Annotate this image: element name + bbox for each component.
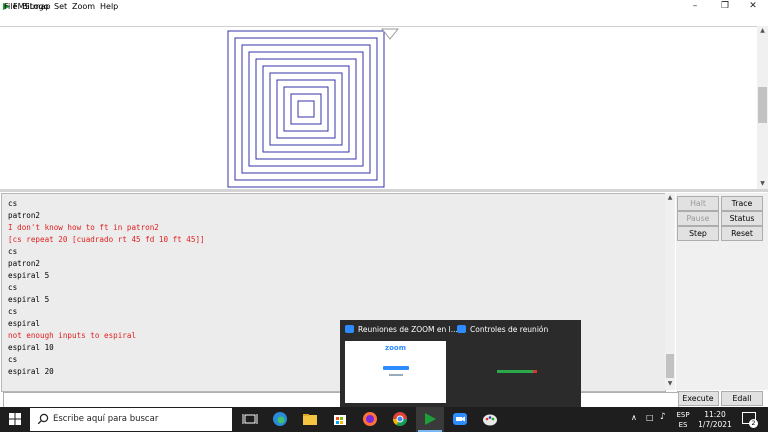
language-code: ESP [676, 411, 690, 419]
history-line: [cs repeat 20 [cuadrado rt 45 fd 10 ft 4… [8, 235, 205, 244]
file-explorer-icon[interactable] [301, 410, 319, 428]
step-button[interactable]: Step [677, 226, 719, 241]
clock-time: 11:20 [704, 410, 726, 419]
spiral-square [262, 65, 350, 153]
drawing-canvas[interactable] [0, 26, 757, 190]
history-line: espiral 10 [8, 343, 54, 352]
scroll-up-arrow-icon[interactable]: ▲ [758, 27, 767, 35]
status-button[interactable]: Status [721, 211, 763, 226]
canvas-scrollbar-thumb[interactable] [758, 87, 767, 123]
history-scrollbar-thumb[interactable] [666, 354, 674, 378]
menu-set[interactable]: Set [54, 1, 67, 12]
history-line: cs [8, 307, 18, 316]
history-scroll-down-icon[interactable]: ▼ [666, 380, 674, 387]
scroll-down-arrow-icon[interactable]: ▼ [758, 180, 767, 188]
fmslogo-taskbar-icon[interactable] [421, 410, 439, 428]
square-spiral-drawing [227, 28, 400, 188]
history-line: patron2 [8, 259, 41, 268]
history-line: espiral 20 [8, 367, 54, 376]
zoom-window-thumbnail[interactable]: zoom [345, 341, 446, 403]
edge-icon[interactable] [271, 410, 289, 428]
menu-file[interactable]: File [4, 1, 17, 12]
chrome-icon[interactable] [391, 410, 409, 428]
menu-help[interactable]: Help [100, 1, 118, 12]
history-line: cs [8, 247, 18, 256]
trace-button[interactable]: Trace [721, 196, 763, 211]
menu-zoom[interactable]: Zoom [72, 1, 95, 12]
clock[interactable]: 11:20 1/7/2021 [698, 410, 732, 430]
menu-bitmap[interactable]: Bitmap [22, 1, 51, 12]
history-line: I don't know how to ft in patron2 [8, 223, 159, 232]
history-line: cs [8, 283, 18, 292]
thumbnail-link [389, 374, 403, 376]
controls-bar [497, 370, 533, 373]
spiral-square [269, 72, 343, 146]
spiral-square [227, 30, 385, 188]
pause-button[interactable]: Pause [677, 211, 719, 226]
search-placeholder: Escribe aquí para buscar [53, 414, 159, 424]
zoom-window-title[interactable]: Reuniones de ZOOM en l... [358, 325, 458, 334]
spiral-square [241, 44, 371, 174]
history-line: cs [8, 199, 18, 208]
history-line: cs [8, 355, 18, 364]
menu-bar [0, 13, 768, 25]
zoom-controls-thumbnail[interactable] [453, 341, 577, 403]
zoom-taskbar-icon[interactable] [451, 410, 469, 428]
pane-divider[interactable] [0, 189, 768, 192]
history-line: espiral 5 [8, 295, 50, 304]
controls-end [533, 370, 537, 373]
history-scroll-up-icon[interactable]: ▲ [666, 194, 674, 201]
clock-date: 1/7/2021 [698, 420, 732, 429]
history-line: espiral [8, 319, 41, 328]
windows-start-icon[interactable] [0, 407, 30, 432]
paint-icon[interactable] [481, 410, 499, 428]
edall-button[interactable]: Edall [721, 391, 763, 406]
spiral-square [255, 58, 357, 160]
execute-button[interactable]: Execute [677, 391, 719, 406]
notification-count-badge: 2 [749, 419, 758, 428]
zoom-icon [345, 325, 354, 333]
zoom-logo: zoom [385, 344, 406, 352]
maximize-button[interactable]: ❐ [710, 0, 740, 13]
volume-icon[interactable]: ♪ [660, 412, 666, 422]
spiral-square [248, 51, 364, 167]
spiral-square [290, 93, 322, 125]
tray-chevron-up-icon[interactable]: ∧ [631, 413, 637, 422]
search-icon [37, 413, 49, 425]
zoom-controls-title[interactable]: Controles de reunión [470, 325, 548, 334]
history-line: espiral 5 [8, 271, 50, 280]
halt-button[interactable]: Halt [677, 196, 719, 211]
store-icon[interactable] [331, 410, 349, 428]
reset-button[interactable]: Reset [721, 226, 763, 241]
minimize-button[interactable]: – [680, 0, 710, 13]
language-indicator[interactable]: ESP ES [673, 410, 693, 430]
network-icon[interactable]: □ [646, 413, 654, 422]
thumbnail-button [383, 366, 409, 370]
zoom-icon-2 [457, 325, 466, 333]
task-view-icon[interactable] [241, 410, 259, 428]
close-button[interactable]: ✕ [738, 0, 768, 13]
spiral-square [297, 100, 315, 118]
history-lines: cs patron2 I don't know how to ft in patro… [8, 198, 205, 378]
firefox-icon[interactable] [361, 410, 379, 428]
history-line: not enough inputs to espiral [8, 331, 137, 340]
history-line: patron2 [8, 211, 41, 220]
spiral-square [276, 79, 336, 139]
keyboard-code: ES [678, 421, 688, 429]
